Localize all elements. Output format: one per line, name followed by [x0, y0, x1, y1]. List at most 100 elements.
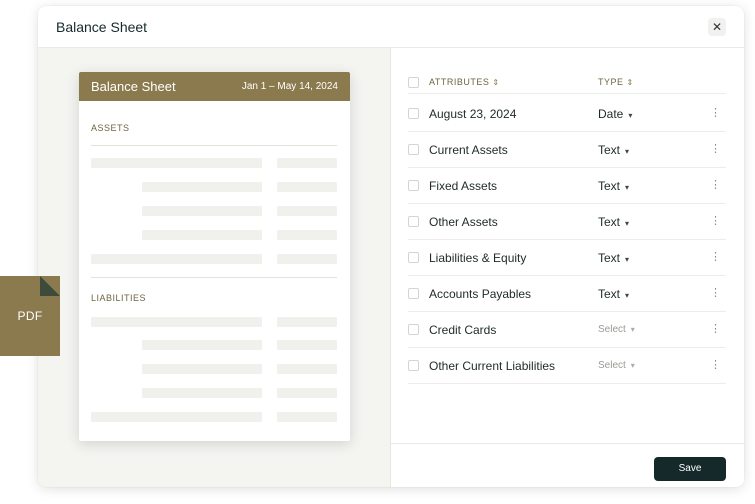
attributes-table-header: ATTRIBUTES ⇕ TYPE ⇕	[408, 72, 726, 94]
section-divider	[91, 145, 337, 146]
placeholder-line	[142, 230, 262, 240]
type-dropdown[interactable]: Text ▾	[598, 251, 629, 265]
attribute-row: August 23, 2024 Date ▾ ⋮	[408, 96, 726, 132]
assets-section-label: ASSETS	[91, 123, 130, 133]
row-checkbox[interactable]	[408, 288, 419, 299]
placeholder-line	[91, 158, 262, 168]
select-all-checkbox[interactable]	[408, 77, 419, 88]
more-options-icon[interactable]: ⋮	[710, 178, 721, 191]
row-checkbox[interactable]	[408, 108, 419, 119]
placeholder-line	[142, 340, 262, 350]
type-dropdown[interactable]: Date ▾	[598, 107, 632, 121]
attribute-name: Accounts Payables	[429, 287, 532, 301]
document-title: Balance Sheet	[91, 79, 176, 94]
attribute-row: Other Current Liabilities Select ▾ ⋮	[408, 348, 726, 384]
attributes-pane: ATTRIBUTES ⇕ TYPE ⇕ August 23, 2024 Date ▾ ⋮ C…	[391, 48, 744, 487]
sort-icon: ⇕	[492, 78, 500, 87]
placeholder-line	[142, 388, 262, 398]
more-options-icon[interactable]: ⋮	[710, 250, 721, 263]
type-column-header[interactable]: TYPE ⇕	[598, 77, 634, 87]
attributes-column-header[interactable]: ATTRIBUTES ⇕	[429, 77, 500, 87]
close-icon: ✕	[711, 20, 723, 34]
chevron-down-icon: ▾	[630, 361, 635, 370]
attribute-name: August 23, 2024	[429, 107, 517, 121]
type-dropdown[interactable]: Text ▾	[598, 215, 629, 229]
attribute-row: Accounts Payables Text ▾ ⋮	[408, 276, 726, 312]
placeholder-line	[142, 206, 262, 216]
type-dropdown[interactable]: Text ▾	[598, 287, 629, 301]
more-options-icon[interactable]: ⋮	[710, 286, 721, 299]
type-value: Text	[598, 287, 621, 301]
row-checkbox[interactable]	[408, 252, 419, 263]
document-date-range: Jan 1 – May 14, 2024	[241, 81, 338, 92]
chevron-down-icon: ▾	[625, 147, 630, 156]
type-dropdown[interactable]: Text ▾	[598, 143, 629, 157]
save-button[interactable]: Save	[654, 457, 726, 481]
more-options-icon[interactable]: ⋮	[710, 358, 721, 371]
document-preview-pane: Balance Sheet Jan 1 – May 14, 2024 ASSET…	[38, 48, 391, 487]
chevron-down-icon: ▾	[625, 219, 630, 228]
placeholder-line	[277, 182, 337, 192]
type-value: Date	[598, 107, 624, 121]
attribute-row: Liabilities & Equity Text ▾ ⋮	[408, 240, 726, 276]
row-checkbox[interactable]	[408, 144, 419, 155]
placeholder-line	[277, 412, 337, 422]
modal-title: Balance Sheet	[56, 19, 148, 35]
attribute-name: Other Assets	[429, 215, 498, 229]
sort-icon: ⇕	[626, 78, 634, 87]
chevron-down-icon: ▾	[625, 183, 630, 192]
document-header: Balance Sheet Jan 1 – May 14, 2024	[79, 72, 350, 101]
chevron-down-icon: ▾	[630, 325, 635, 334]
row-checkbox[interactable]	[408, 324, 419, 335]
placeholder-line	[277, 158, 337, 168]
row-checkbox[interactable]	[408, 216, 419, 227]
more-options-icon[interactable]: ⋮	[710, 322, 721, 335]
placeholder-line	[142, 364, 262, 374]
placeholder-line	[91, 317, 262, 327]
attribute-name: Current Assets	[429, 143, 508, 157]
attribute-name: Fixed Assets	[429, 179, 498, 193]
row-checkbox[interactable]	[408, 180, 419, 191]
attributes-column-label: ATTRIBUTES	[429, 77, 490, 87]
attribute-name: Liabilities & Equity	[429, 251, 527, 265]
more-options-icon[interactable]: ⋮	[710, 214, 721, 227]
type-value: Text	[598, 179, 621, 193]
pdf-file-badge: PDF	[0, 276, 60, 356]
chevron-down-icon: ▾	[628, 111, 633, 120]
type-dropdown[interactable]: Select ▾	[598, 324, 635, 335]
placeholder-line	[91, 254, 262, 264]
pdf-label: PDF	[17, 309, 43, 323]
placeholder-line	[142, 182, 262, 192]
attribute-row: Current Assets Text ▾ ⋮	[408, 132, 726, 168]
placeholder-line	[277, 340, 337, 350]
chevron-down-icon: ▾	[625, 255, 630, 264]
type-column-label: TYPE	[598, 77, 624, 87]
balance-sheet-modal: Balance Sheet ✕ Balance Sheet Jan 1 – Ma…	[38, 6, 744, 487]
row-checkbox[interactable]	[408, 360, 419, 371]
type-value: Select	[598, 360, 626, 371]
type-value: Text	[598, 143, 621, 157]
modal-footer: Save	[391, 443, 744, 487]
type-value: Select	[598, 324, 626, 335]
placeholder-line	[277, 254, 337, 264]
more-options-icon[interactable]: ⋮	[710, 142, 721, 155]
modal-header: Balance Sheet ✕	[38, 6, 744, 48]
type-dropdown[interactable]: Select ▾	[598, 360, 635, 371]
placeholder-line	[277, 364, 337, 374]
placeholder-line	[277, 388, 337, 398]
type-dropdown[interactable]: Text ▾	[598, 179, 629, 193]
more-options-icon[interactable]: ⋮	[710, 106, 721, 119]
type-value: Text	[598, 215, 621, 229]
attribute-name: Other Current Liabilities	[429, 359, 556, 373]
close-button[interactable]: ✕	[708, 18, 726, 36]
section-divider	[91, 277, 337, 278]
placeholder-line	[91, 412, 262, 422]
stage: PDF Balance Sheet ✕ Balance Sheet Jan 1 …	[0, 0, 755, 504]
attribute-row: Credit Cards Select ▾ ⋮	[408, 312, 726, 348]
page-fold-icon	[40, 276, 60, 296]
attribute-row: Fixed Assets Text ▾ ⋮	[408, 168, 726, 204]
placeholder-line	[277, 230, 337, 240]
liabilities-section-label: LIABILITIES	[91, 293, 147, 303]
attribute-row: Other Assets Text ▾ ⋮	[408, 204, 726, 240]
chevron-down-icon: ▾	[625, 291, 630, 300]
